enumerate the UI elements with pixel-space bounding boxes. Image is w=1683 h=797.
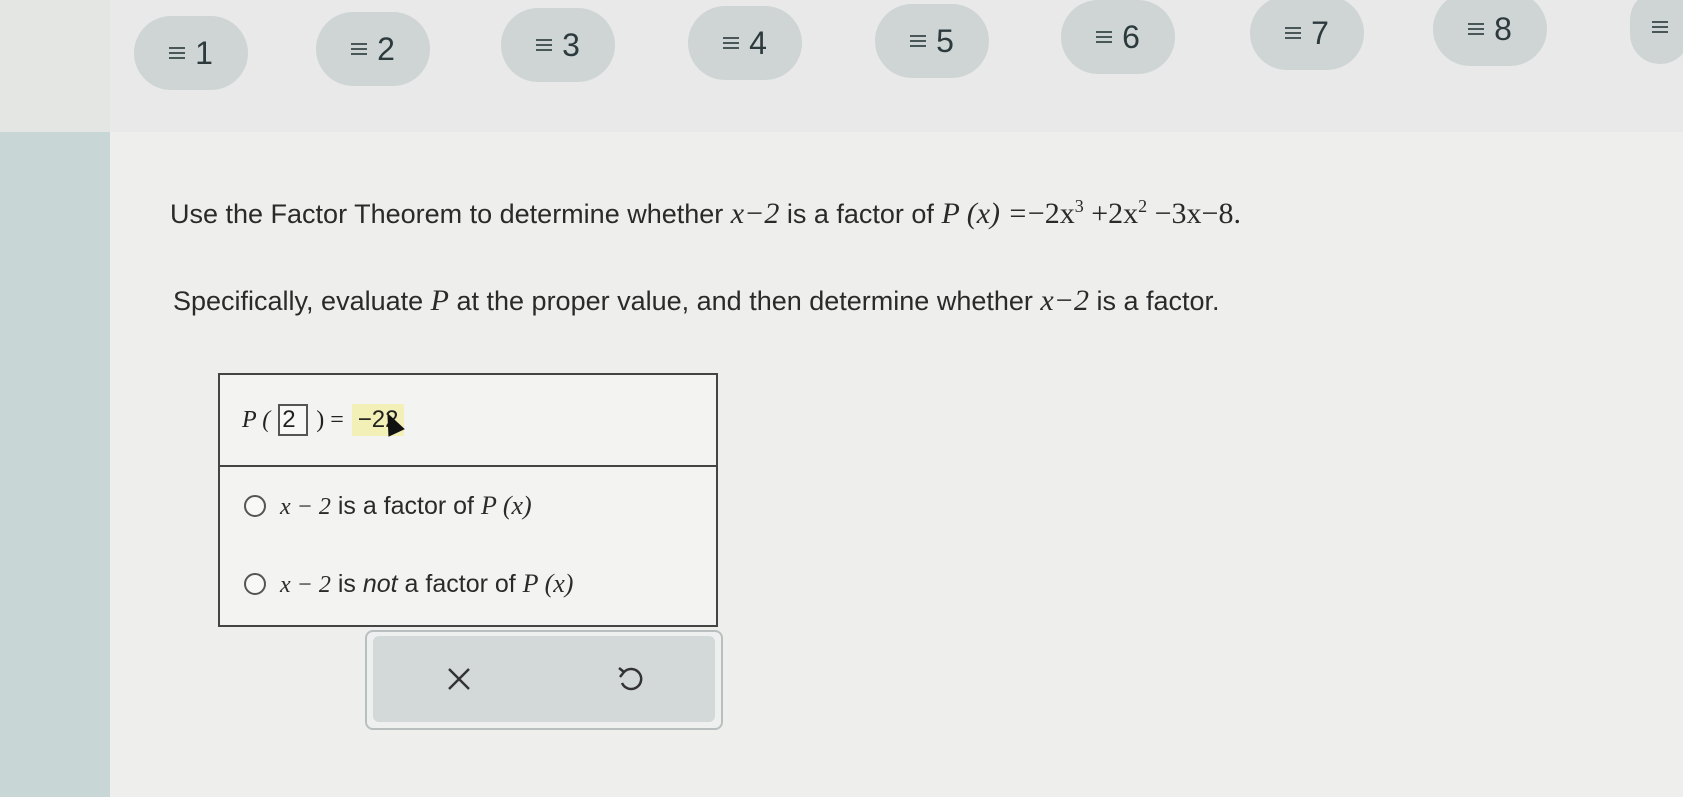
question-number: 3 [562,26,580,63]
question-nav-bar: 1 2 3 4 5 6 7 8 [0,0,1683,132]
eval-suffix: ) = [316,406,344,433]
option-is-factor[interactable]: x − 2 is a factor of P (x) [220,467,716,545]
option-label: x − 2 is not a factor of P (x) [280,569,574,598]
option-not-factor[interactable]: x − 2 is not a factor of P (x) [220,545,716,623]
screen: 1 2 3 4 5 6 7 8 Use the Factor Theorem t… [0,0,1683,797]
question-number: 7 [1311,14,1329,51]
menu-lines-icon [536,39,553,51]
instruction: Specifically, evaluate P at the proper v… [173,284,1220,317]
question-nav-5[interactable]: 5 [875,4,989,78]
menu-lines-icon [723,37,740,49]
menu-lines-icon [910,35,927,47]
question-nav-8[interactable]: 8 [1433,0,1547,66]
p-var: P [430,284,449,317]
menu-lines-icon [1652,21,1668,33]
question-nav-6[interactable]: 6 [1061,0,1175,74]
radio-button[interactable] [244,573,266,595]
question-number: 6 [1122,18,1140,55]
clear-button[interactable] [419,649,499,709]
close-icon [447,668,470,690]
undo-icon [617,667,642,691]
menu-lines-icon [169,47,186,59]
eval-prefix: P ( [242,406,271,433]
factor-expr: x−2 [730,197,780,230]
question-number: 5 [936,22,954,59]
question-number: 2 [377,30,395,67]
answer-controls [365,630,723,730]
question-number: 8 [1494,10,1512,47]
answer-controls-inner [373,636,715,722]
undo-button[interactable] [590,649,670,709]
question-nav-2[interactable]: 2 [316,12,430,86]
question-nav-1[interactable]: 1 [134,16,248,90]
answer-box: P ( 2 ) = −22 x − 2 is a factor of P (x)… [218,373,718,627]
menu-lines-icon [1285,27,1302,39]
menu-lines-icon [1096,31,1113,43]
factor-expr: x−2 [1040,284,1089,317]
option-label: x − 2 is a factor of P (x) [280,491,532,520]
question-lead: Use the Factor Theorem to determine whet… [170,199,724,229]
radio-button[interactable] [244,495,266,517]
question-nav-3[interactable]: 3 [501,8,615,82]
evaluation-row: P ( 2 ) = −22 [220,375,716,467]
question-number: 1 [195,34,213,71]
question-nav-4[interactable]: 4 [688,6,802,80]
question-nav-next[interactable] [1630,0,1683,64]
question-prompt: Use the Factor Theorem to determine whet… [170,196,1241,231]
question-nav-7[interactable]: 7 [1250,0,1364,70]
menu-lines-icon [351,43,368,55]
eval-input-field[interactable]: 2 [278,404,309,436]
question-number: 4 [749,24,767,61]
menu-lines-icon [1468,23,1485,35]
question-mid: is a factor of [786,199,934,229]
polynomial: P (x) =−2x3 +2x2 −3x−8. [941,196,1241,230]
